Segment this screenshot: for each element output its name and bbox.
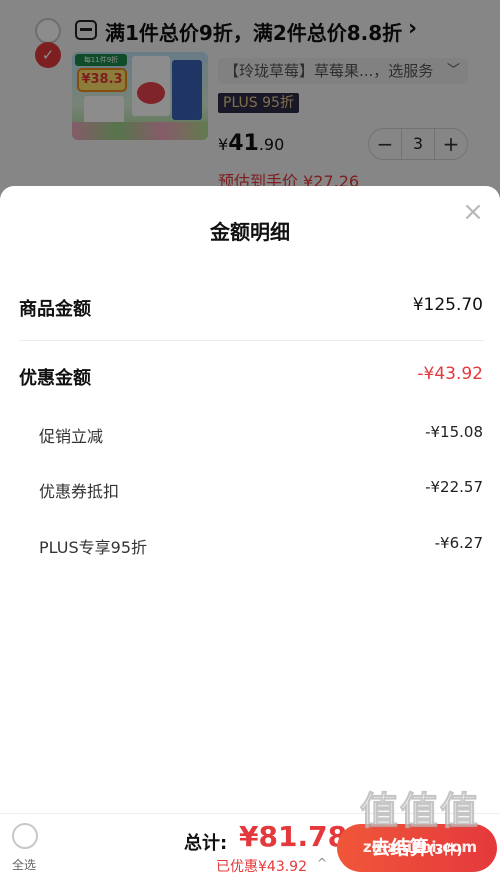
discount-detail-label: 优惠券抵扣 — [39, 482, 120, 501]
total-label: 总计: — [184, 833, 228, 854]
select-all-label[interactable]: 全选 — [12, 856, 36, 873]
close-icon[interactable]: × — [461, 199, 485, 225]
discount-detail-value: -¥15.08 — [425, 423, 483, 441]
checkout-count: (3件) — [428, 843, 463, 858]
goods-amount-value: ¥125.70 — [412, 295, 483, 315]
select-all-radio[interactable] — [12, 823, 38, 849]
discount-detail-label: PLUS专享95折 — [39, 538, 147, 557]
discount-amount-label: 优惠金额 — [19, 368, 91, 389]
discount-amount-value: -¥43.92 — [417, 364, 483, 384]
discount-detail-value: -¥6.27 — [434, 534, 483, 552]
divider — [19, 340, 484, 341]
discount-amount-row: 优惠金额 -¥43.92 — [0, 360, 500, 390]
discount-detail-value: -¥22.57 — [425, 478, 483, 496]
chevron-up-icon[interactable]: ^ — [317, 856, 327, 870]
goods-amount-label: 商品金额 — [19, 299, 91, 320]
checkout-button[interactable]: 去结算(3件) — [337, 824, 497, 872]
checkout-bar: 全选 总计: ¥81.78 已优惠¥43.92 ^ 去结算(3件) — [0, 813, 500, 873]
goods-amount-row: 商品金额 ¥125.70 — [0, 291, 500, 321]
discount-detail-row: PLUS专享95折 -¥6.27 — [0, 530, 500, 560]
sheet-title: 金额明细 — [210, 220, 290, 244]
discount-detail-row: 促销立减 -¥15.08 — [0, 419, 500, 449]
discount-detail-label: 促销立减 — [39, 427, 104, 446]
amount-detail-sheet: 金额明细 × 商品金额 ¥125.70 优惠金额 -¥43.92 促销立减 -¥… — [0, 186, 500, 813]
saved-amount-toggle[interactable]: 已优惠¥43.92 — [216, 856, 307, 873]
total-value: ¥81.78 — [239, 820, 348, 853]
checkout-label: 去结算 — [371, 837, 429, 859]
discount-detail-row: 优惠券抵扣 -¥22.57 — [0, 474, 500, 504]
